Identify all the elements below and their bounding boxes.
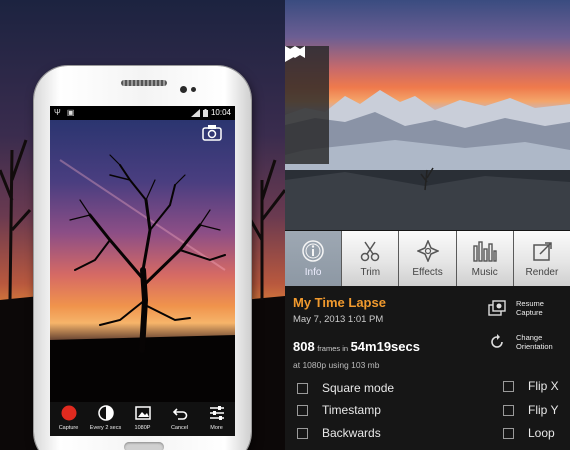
status-bar: Ψ ▣ 10:04 — [50, 106, 235, 120]
info-icon — [302, 240, 324, 262]
camera-bottom-bar: Capture Every 2 secs 1080P Cancel More — [50, 402, 235, 436]
resume-capture-label: Resume Capture — [516, 299, 544, 317]
loop-checkbox[interactable] — [503, 427, 514, 439]
signal-icon — [190, 108, 200, 117]
tree-silhouette — [50, 154, 235, 402]
play-button[interactable] — [285, 46, 322, 119]
backwards-label: Backwards — [322, 426, 381, 440]
fast-forward-icon — [285, 46, 305, 58]
loop-label: Loop — [528, 426, 555, 440]
tab-music[interactable]: Music — [456, 231, 513, 286]
frames-summary: 808 frames in 54m19secs — [293, 339, 420, 354]
home-button[interactable] — [124, 442, 164, 450]
interval-icon — [97, 405, 114, 421]
flip-x-checkbox[interactable] — [503, 380, 514, 392]
resolution-button[interactable]: 1080P — [124, 402, 161, 436]
timelapse-title: My Time Lapse — [293, 295, 386, 310]
sensor-icon — [191, 87, 196, 92]
option-backwards[interactable]: Backwards — [297, 426, 381, 440]
battery-icon — [202, 108, 208, 117]
capture-button[interactable]: Capture — [50, 402, 87, 436]
timelapse-date: May 7, 2013 1:01 PM — [293, 314, 384, 325]
phone-screen: Ψ ▣ 10:04 Capture Every 2 secs 1080P Can… — [50, 106, 235, 436]
capture-label: Capture — [58, 425, 79, 431]
fast-forward-button[interactable] — [285, 46, 322, 158]
tab-info[interactable]: Info — [285, 231, 342, 286]
tab-info-label: Info — [304, 267, 322, 278]
more-label: More — [210, 425, 223, 431]
resume-capture-icon — [488, 300, 506, 316]
scissors-icon — [361, 241, 380, 262]
app-screenshot: Ψ ▣ 10:04 Capture Every 2 secs 1080P Can… — [0, 0, 570, 450]
flip-y-checkbox[interactable] — [503, 404, 514, 416]
capture-meta: at 1080p using 103 mb — [293, 360, 380, 370]
tab-effects-label: Effects — [412, 267, 443, 278]
tab-render-label: Render — [525, 267, 559, 278]
switch-camera-button[interactable] — [201, 124, 229, 146]
tab-music-label: Music — [471, 267, 498, 278]
option-flip-x[interactable]: Flip X — [503, 379, 559, 393]
video-preview[interactable] — [285, 0, 570, 230]
resume-capture-button[interactable]: Resume Capture — [487, 298, 560, 318]
front-camera-icon — [180, 86, 187, 93]
timestamp-checkbox[interactable] — [297, 404, 308, 416]
timestamp-label: Timestamp — [322, 403, 381, 417]
change-orientation-button[interactable]: Change Orientation — [487, 332, 560, 352]
tab-trim-label: Trim — [360, 267, 381, 278]
status-time: 10:04 — [210, 108, 231, 117]
flip-y-label: Flip Y — [528, 403, 559, 417]
sliders-icon — [209, 406, 224, 420]
undo-icon — [172, 408, 187, 420]
option-flip-y[interactable]: Flip Y — [503, 403, 558, 417]
change-orientation-label: Change Orientation — [516, 333, 553, 351]
render-icon — [533, 242, 552, 261]
option-timestamp[interactable]: Timestamp — [297, 403, 381, 417]
backwards-checkbox[interactable] — [297, 427, 308, 439]
square-mode-label: Square mode — [322, 381, 395, 395]
editor-tabs: Info Trim Effects Music Render — [285, 231, 570, 286]
tab-effects[interactable]: Effects — [399, 231, 456, 286]
capture-promo-panel: Ψ ▣ 10:04 Capture Every 2 secs 1080P Can… — [0, 0, 285, 450]
phone-mockup: Ψ ▣ 10:04 Capture Every 2 secs 1080P Can… — [34, 66, 251, 450]
equalizer-icon — [473, 241, 497, 262]
resolution-label: 1080P — [134, 425, 151, 431]
tab-trim[interactable]: Trim — [342, 231, 399, 286]
frames-label: frames in — [317, 344, 349, 353]
tab-render[interactable]: Render — [513, 231, 570, 286]
info-pane: My Time Lapse May 7, 2013 1:01 PM 808 fr… — [285, 286, 570, 450]
cancel-button[interactable]: Cancel — [161, 402, 198, 436]
square-mode-checkbox[interactable] — [297, 382, 308, 394]
playback-controls — [285, 46, 329, 164]
effects-icon — [416, 240, 439, 262]
cancel-label: Cancel — [170, 425, 189, 431]
record-icon — [61, 405, 76, 421]
more-button[interactable]: More — [198, 402, 235, 436]
option-square-mode[interactable]: Square mode — [297, 381, 394, 395]
option-loop[interactable]: Loop — [503, 426, 555, 440]
rotate-icon — [491, 334, 503, 348]
resolution-icon — [134, 406, 151, 420]
duration: 54m19secs — [350, 339, 420, 354]
flip-x-label: Flip X — [528, 379, 559, 393]
camera-switch-icon — [202, 125, 222, 141]
camera-viewfinder — [50, 120, 235, 402]
frames-count: 808 — [293, 339, 315, 354]
interval-label: Every 2 secs — [89, 425, 122, 431]
phone-speaker — [121, 80, 167, 86]
interval-button[interactable]: Every 2 secs — [87, 402, 124, 436]
editor-panel: Info Trim Effects Music Render My Time L… — [285, 0, 570, 450]
notification-icons: Ψ ▣ — [54, 108, 77, 117]
